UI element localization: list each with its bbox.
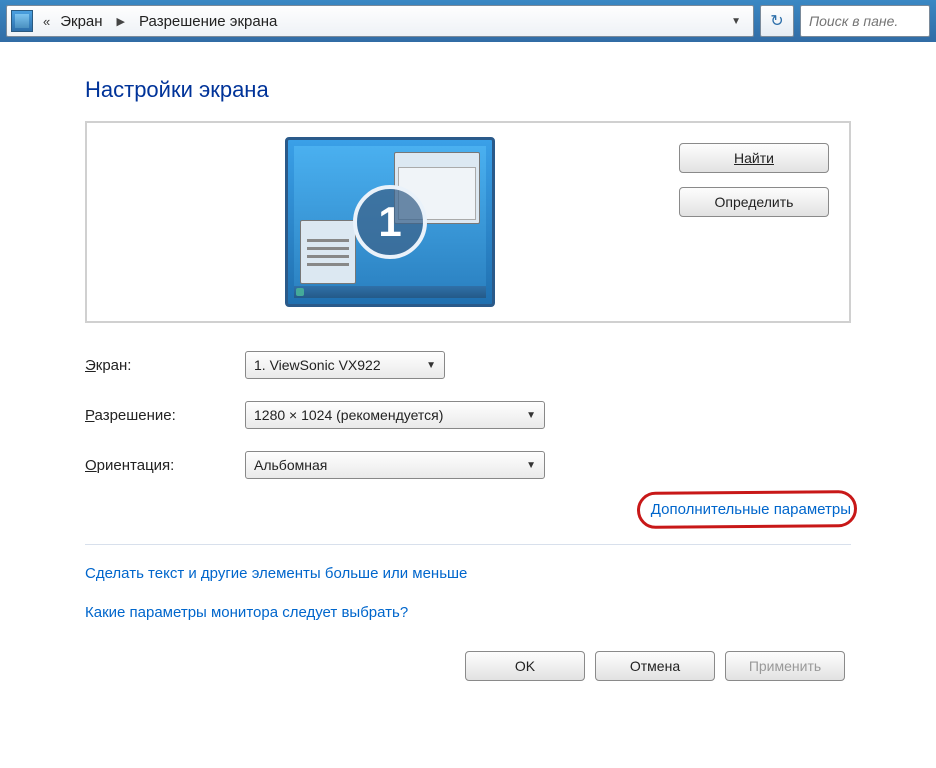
breadcrumb-box[interactable]: « Экран ▶ Разрешение экрана ▼: [6, 5, 754, 37]
display-select-value: 1. ViewSonic VX922: [254, 357, 381, 373]
text-size-link[interactable]: Сделать текст и другие элементы больше и…: [85, 563, 851, 584]
monitor-preview[interactable]: 1: [285, 137, 495, 307]
monitor-preview-wrap: 1: [101, 137, 679, 307]
cancel-button[interactable]: Отмена: [595, 651, 715, 681]
dialog-button-bar: OK Отмена Применить: [85, 651, 851, 681]
display-preview-box: 1 Найти Определить: [85, 121, 851, 323]
settings-form: Экран: 1. ViewSonic VX922 ▼ Разрешение: …: [85, 351, 851, 479]
which-settings-link[interactable]: Какие параметры монитора следует выбрать…: [85, 602, 851, 623]
search-input[interactable]: [809, 13, 921, 29]
orientation-select-value: Альбомная: [254, 457, 327, 473]
window-preview-small-icon: [300, 220, 356, 284]
back-chevron-icon[interactable]: «: [39, 14, 54, 29]
search-box[interactable]: [800, 5, 930, 37]
orientation-label: Ориентация:: [85, 457, 245, 474]
refresh-button[interactable]: ↻: [760, 5, 794, 37]
address-bar: « Экран ▶ Разрешение экрана ▼ ↻: [0, 0, 936, 42]
breadcrumb-dropdown-icon[interactable]: ▼: [723, 16, 749, 27]
advanced-link-row: Дополнительные параметры: [85, 501, 851, 518]
divider: [85, 544, 851, 545]
breadcrumb-screen[interactable]: Экран: [54, 13, 108, 30]
apply-button[interactable]: Применить: [725, 651, 845, 681]
advanced-settings-link[interactable]: Дополнительные параметры: [651, 501, 851, 518]
display-select[interactable]: 1. ViewSonic VX922 ▼: [245, 351, 445, 379]
dropdown-arrow-icon: ▼: [526, 460, 536, 471]
resolution-select-value: 1280 × 1024 (рекомендуется): [254, 407, 443, 423]
help-links: Сделать текст и другие элементы больше и…: [85, 563, 851, 623]
detect-button[interactable]: Найти: [679, 143, 829, 173]
dropdown-arrow-icon: ▼: [526, 410, 536, 421]
control-panel-icon: [11, 10, 33, 32]
resolution-label: Разрешение:: [85, 407, 245, 424]
dropdown-arrow-icon: ▼: [426, 360, 436, 371]
orientation-row: Ориентация: Альбомная ▼: [85, 451, 851, 479]
monitor-number-badge: 1: [353, 185, 427, 259]
resolution-row: Разрешение: 1280 × 1024 (рекомендуется) …: [85, 401, 851, 429]
ok-button[interactable]: OK: [465, 651, 585, 681]
display-row: Экран: 1. ViewSonic VX922 ▼: [85, 351, 851, 379]
taskbar-preview: [294, 286, 486, 298]
page-title: Настройки экрана: [85, 77, 851, 103]
content-area: Настройки экрана 1 Найти Определить Экра…: [0, 42, 936, 701]
resolution-select[interactable]: 1280 × 1024 (рекомендуется) ▼: [245, 401, 545, 429]
refresh-icon: ↻: [770, 11, 783, 31]
identify-button[interactable]: Определить: [679, 187, 829, 217]
display-label: Экран:: [85, 357, 245, 374]
orientation-select[interactable]: Альбомная ▼: [245, 451, 545, 479]
preview-side-buttons: Найти Определить: [679, 137, 835, 217]
breadcrumb-separator-icon[interactable]: ▶: [109, 15, 133, 28]
breadcrumb-resolution[interactable]: Разрешение экрана: [133, 13, 283, 30]
